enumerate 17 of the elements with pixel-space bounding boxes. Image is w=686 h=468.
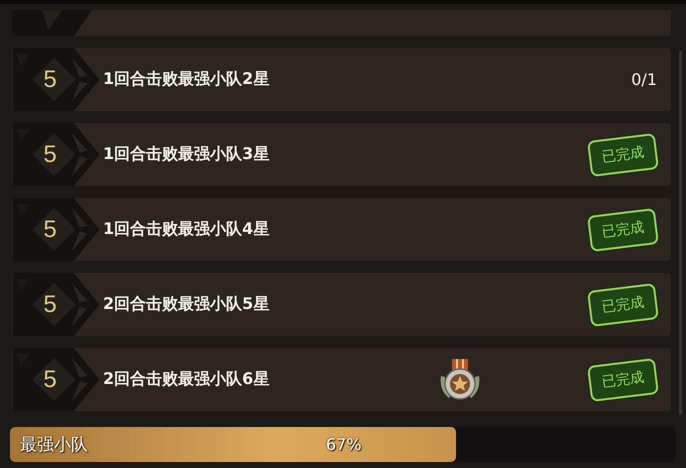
completed-stamp: 已完成 xyxy=(587,132,659,176)
rank-number: 5 xyxy=(43,290,57,318)
task-title: 2回合击败最强小队6星 xyxy=(103,369,270,390)
completed-stamp: 已完成 xyxy=(587,282,659,326)
completed-stamp: 已完成 xyxy=(587,208,659,252)
rank-number: 5 xyxy=(43,66,57,94)
completed-stamp: 已完成 xyxy=(587,358,659,402)
task-title: 2回合击败最强小队5星 xyxy=(103,294,270,315)
rank-number: 5 xyxy=(43,140,57,168)
task-title: 1回合击败最强小队2星 xyxy=(103,69,270,90)
progress-count: 0/1 xyxy=(631,70,657,89)
task-title: 1回合击败最强小队4星 xyxy=(103,219,270,240)
progress-percent: 67% xyxy=(326,435,362,454)
rank-number: 5 xyxy=(43,216,57,244)
task-title: 1回合击败最强小队3星 xyxy=(103,144,270,165)
rank-number: 5 xyxy=(43,366,57,394)
progress-label: 最强小队 xyxy=(20,434,88,456)
